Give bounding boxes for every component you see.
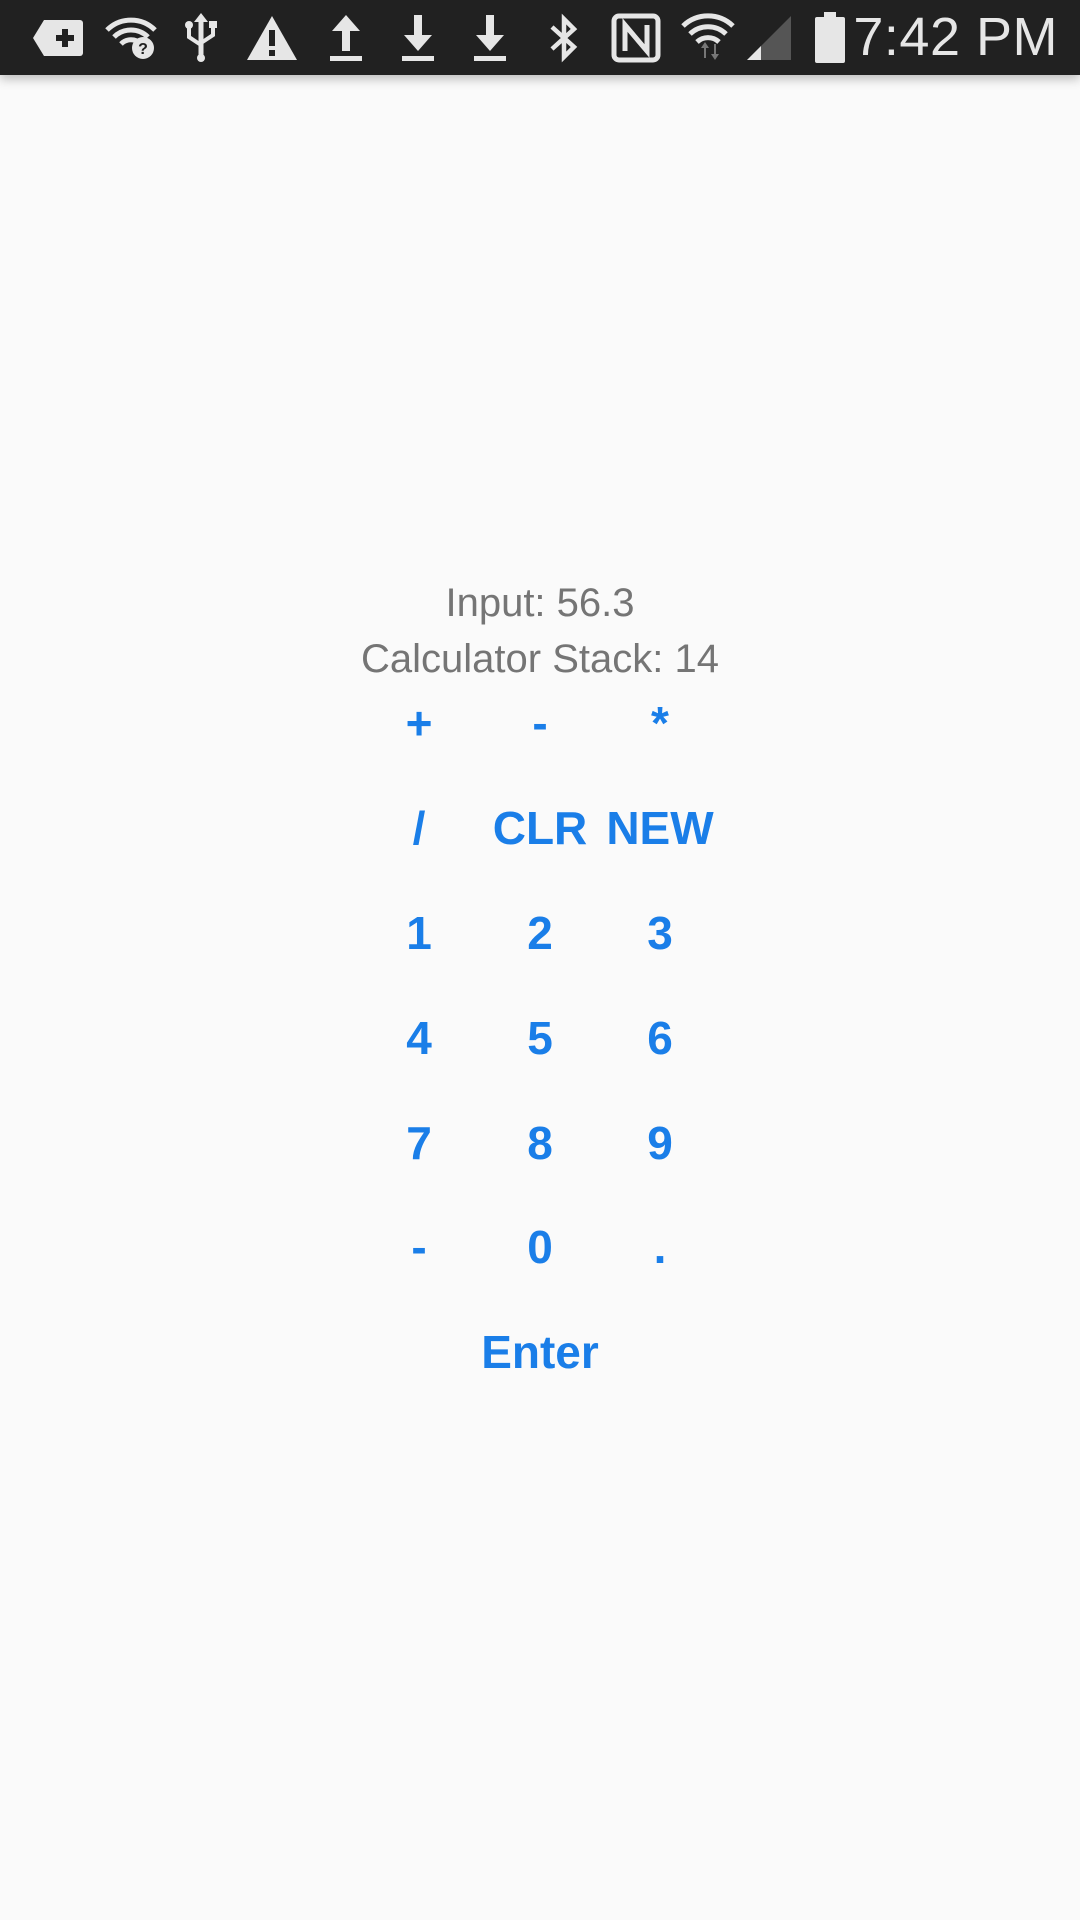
warning-icon bbox=[244, 10, 300, 66]
add-notification-icon bbox=[30, 10, 86, 66]
decimal-button[interactable]: . bbox=[600, 1195, 720, 1299]
status-bar-clock: 7:42 PM bbox=[853, 7, 1058, 67]
new-button[interactable]: NEW bbox=[600, 776, 720, 880]
enter-button[interactable]: Enter bbox=[440, 1300, 640, 1404]
calculator-screen: Input: 56.3 Calculator Stack: 14 + - * /… bbox=[0, 75, 1080, 1920]
multiply-button[interactable]: * bbox=[600, 671, 720, 775]
digit-6-button[interactable]: 6 bbox=[600, 986, 720, 1090]
digit-8-button[interactable]: 8 bbox=[480, 1091, 600, 1195]
clear-button[interactable]: CLR bbox=[480, 776, 600, 880]
minus-button[interactable]: - bbox=[480, 671, 600, 775]
digit-1-button[interactable]: 1 bbox=[359, 881, 479, 985]
digit-3-button[interactable]: 3 bbox=[600, 881, 720, 985]
download-icon bbox=[394, 10, 442, 66]
input-display: Input: 56.3 bbox=[445, 581, 635, 625]
digit-7-button[interactable]: 7 bbox=[359, 1091, 479, 1195]
nfc-icon bbox=[608, 10, 664, 66]
battery-icon bbox=[812, 10, 848, 66]
wifi-question-icon: ? bbox=[104, 10, 158, 66]
svg-text:?: ? bbox=[138, 41, 148, 58]
divide-button[interactable]: / bbox=[359, 776, 479, 880]
digit-0-button[interactable]: 0 bbox=[480, 1195, 600, 1299]
cell-signal-icon bbox=[744, 10, 794, 66]
upload-icon bbox=[322, 10, 370, 66]
usb-icon bbox=[178, 10, 224, 66]
digit-5-button[interactable]: 5 bbox=[480, 986, 600, 1090]
bluetooth-icon bbox=[542, 10, 586, 66]
status-bar: ? 7:42 PM bbox=[0, 0, 1080, 75]
wifi-data-icon bbox=[680, 10, 736, 66]
download-icon bbox=[466, 10, 514, 66]
digit-2-button[interactable]: 2 bbox=[480, 881, 600, 985]
negate-button[interactable]: - bbox=[359, 1195, 479, 1299]
plus-button[interactable]: + bbox=[359, 671, 479, 775]
digit-4-button[interactable]: 4 bbox=[359, 986, 479, 1090]
digit-9-button[interactable]: 9 bbox=[600, 1091, 720, 1195]
